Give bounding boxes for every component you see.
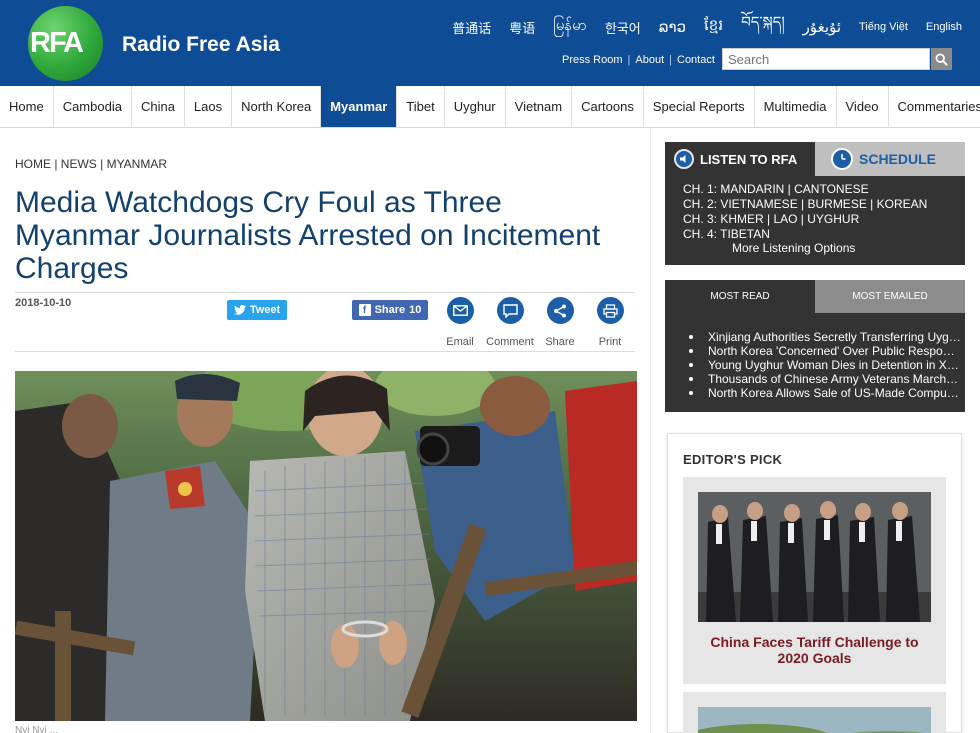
- nav-video[interactable]: Video: [837, 86, 889, 127]
- speaker-icon: [674, 149, 694, 169]
- most-read-widget: MOST READ MOST EMAILED Xinjiang Authorit…: [665, 280, 965, 412]
- facebook-icon: f: [358, 304, 371, 316]
- listen-widget: LISTEN TO RFA SCHEDULE CH. 1: MANDARIN |…: [665, 142, 965, 265]
- photo-caption: Nyi Nyi ...: [15, 725, 58, 733]
- article-photo-image: [15, 371, 637, 721]
- schedule-tab-label: SCHEDULE: [859, 151, 937, 167]
- search-button[interactable]: [931, 48, 952, 70]
- tab-most-read[interactable]: MOST READ: [665, 280, 815, 313]
- editors-pick-widget: EDITOR'S PICK China Faces Tariff Challen…: [667, 433, 962, 733]
- share-tool[interactable]: Share: [535, 297, 585, 348]
- facebook-share-button[interactable]: f Share 10: [352, 300, 428, 320]
- editors-pick-headline[interactable]: China Faces Tariff Challenge to 2020 Goa…: [693, 634, 936, 666]
- about-link[interactable]: About: [635, 54, 664, 66]
- logo-text[interactable]: RFA: [30, 27, 88, 60]
- editors-pick-photo-2: [698, 707, 931, 733]
- channel-1[interactable]: CH. 1: MANDARIN | CANTONESE: [683, 182, 927, 197]
- nav-myanmar[interactable]: Myanmar: [321, 86, 398, 127]
- channel-2[interactable]: CH. 2: VIETNAMESE | BURMESE | KOREAN: [683, 197, 927, 212]
- listen-tab[interactable]: LISTEN TO RFA: [665, 142, 815, 176]
- lang-lao[interactable]: ລາວ: [659, 18, 686, 36]
- nav-china[interactable]: China: [132, 86, 185, 127]
- tweet-label: Tweet: [249, 304, 281, 316]
- top-links: Press Room | About | Contact: [562, 54, 715, 66]
- schedule-tab[interactable]: SCHEDULE: [815, 142, 965, 176]
- site-name[interactable]: Radio Free Asia: [122, 33, 280, 57]
- tab-most-emailed[interactable]: MOST EMAILED: [815, 280, 965, 313]
- channel-list: CH. 1: MANDARIN | CANTONESE CH. 2: VIETN…: [683, 182, 927, 242]
- editors-pick-image-2[interactable]: [698, 707, 931, 733]
- comment-icon: [496, 297, 524, 324]
- nav-tibet[interactable]: Tibet: [397, 86, 445, 127]
- separator: |: [627, 54, 631, 66]
- most-read-item[interactable]: North Korea Allows Sale of US-Made Compu…: [689, 386, 961, 400]
- lang-cantonese[interactable]: 粤语: [509, 18, 535, 37]
- nav-uyghur[interactable]: Uyghur: [445, 86, 506, 127]
- lang-mandarin[interactable]: 普通话: [452, 18, 491, 37]
- editors-pick-photo: [698, 492, 931, 622]
- separator: |: [669, 54, 672, 66]
- press-room-link[interactable]: Press Room: [562, 54, 623, 66]
- more-listening-options-link[interactable]: More Listening Options: [732, 241, 855, 255]
- nav-special-reports[interactable]: Special Reports: [644, 86, 755, 127]
- most-read-item[interactable]: Thousands of Chinese Army Veterans March…: [689, 372, 961, 386]
- nav-commentaries[interactable]: Commentaries: [889, 86, 980, 127]
- nav-north-korea[interactable]: North Korea: [232, 86, 322, 127]
- nav-laos[interactable]: Laos: [185, 86, 233, 127]
- print-label: Print: [598, 336, 622, 348]
- column-divider: [650, 128, 651, 733]
- language-bar: 普通话 粤语 မြန်မာ 한국어 ລາວ ខ្មែរ བོད་སྐད། ئۇي…: [452, 6, 962, 48]
- lang-burmese[interactable]: မြန်မာ: [553, 16, 587, 38]
- most-read-item[interactable]: North Korea 'Concerned' Over Public Resp…: [689, 344, 961, 358]
- editors-pick-card[interactable]: China Faces Tariff Challenge to 2020 Goa…: [683, 477, 946, 684]
- most-read-list: Xinjiang Authorities Secretly Transferri…: [689, 330, 961, 400]
- divider: [15, 292, 635, 293]
- lang-korean[interactable]: 한국어: [605, 18, 641, 37]
- search-input[interactable]: [722, 48, 930, 70]
- search-icon: [935, 52, 948, 66]
- lang-vietnamese[interactable]: Tiếng Việt: [859, 21, 908, 33]
- most-read-item[interactable]: Xinjiang Authorities Secretly Transferri…: [689, 330, 961, 344]
- comment-tool[interactable]: Comment: [485, 297, 535, 348]
- lang-english[interactable]: English: [926, 21, 962, 33]
- lang-tibetan[interactable]: བོད་སྐད།: [741, 6, 785, 48]
- article-headline: Media Watchdogs Cry Foul as Three Myanma…: [15, 186, 601, 285]
- nav-cambodia[interactable]: Cambodia: [54, 86, 132, 127]
- channel-3[interactable]: CH. 3: KHMER | LAO | UYGHUR: [683, 212, 927, 227]
- contact-link[interactable]: Contact: [677, 54, 715, 66]
- editors-pick-card-2[interactable]: [683, 692, 946, 733]
- site-header: RFA Radio Free Asia 普通话 粤语 မြန်မာ 한국어 ລາ…: [0, 0, 980, 86]
- email-label: Email: [446, 336, 474, 348]
- lang-khmer[interactable]: ខ្មែរ: [704, 16, 723, 38]
- editors-pick-title: EDITOR'S PICK: [683, 452, 783, 467]
- channel-4[interactable]: CH. 4: TIBETAN: [683, 227, 927, 242]
- email-tool[interactable]: Email: [435, 297, 485, 348]
- nav-multimedia[interactable]: Multimedia: [755, 86, 837, 127]
- share-label: Share: [374, 304, 406, 316]
- editors-pick-image[interactable]: [698, 492, 931, 622]
- print-tool[interactable]: Print: [585, 297, 635, 348]
- article-date: 2018-10-10: [15, 297, 72, 309]
- share-count: 10: [409, 304, 422, 316]
- email-icon: [446, 297, 474, 324]
- nav-home[interactable]: Home: [0, 86, 54, 127]
- nav-vietnam[interactable]: Vietnam: [506, 86, 573, 127]
- tweet-button[interactable]: Tweet: [227, 300, 287, 320]
- breadcrumb[interactable]: HOME | NEWS | MYANMAR: [15, 157, 167, 171]
- twitter-icon: [233, 305, 246, 315]
- print-icon: [596, 297, 624, 324]
- share-tool-label: Share: [545, 336, 575, 348]
- nav-cartoons[interactable]: Cartoons: [572, 86, 644, 127]
- listen-tab-label: LISTEN TO RFA: [700, 151, 798, 167]
- main-nav: Home Cambodia China Laos North Korea Mya…: [0, 86, 980, 128]
- divider: [15, 351, 635, 352]
- lang-uyghur[interactable]: ئۇيغۇر: [803, 18, 841, 36]
- comment-label: Comment: [486, 336, 534, 348]
- most-read-item[interactable]: Young Uyghur Woman Dies in Detention in …: [689, 358, 961, 372]
- share-icon: [546, 297, 574, 324]
- article-photo: [15, 371, 637, 721]
- clock-icon: [831, 148, 853, 170]
